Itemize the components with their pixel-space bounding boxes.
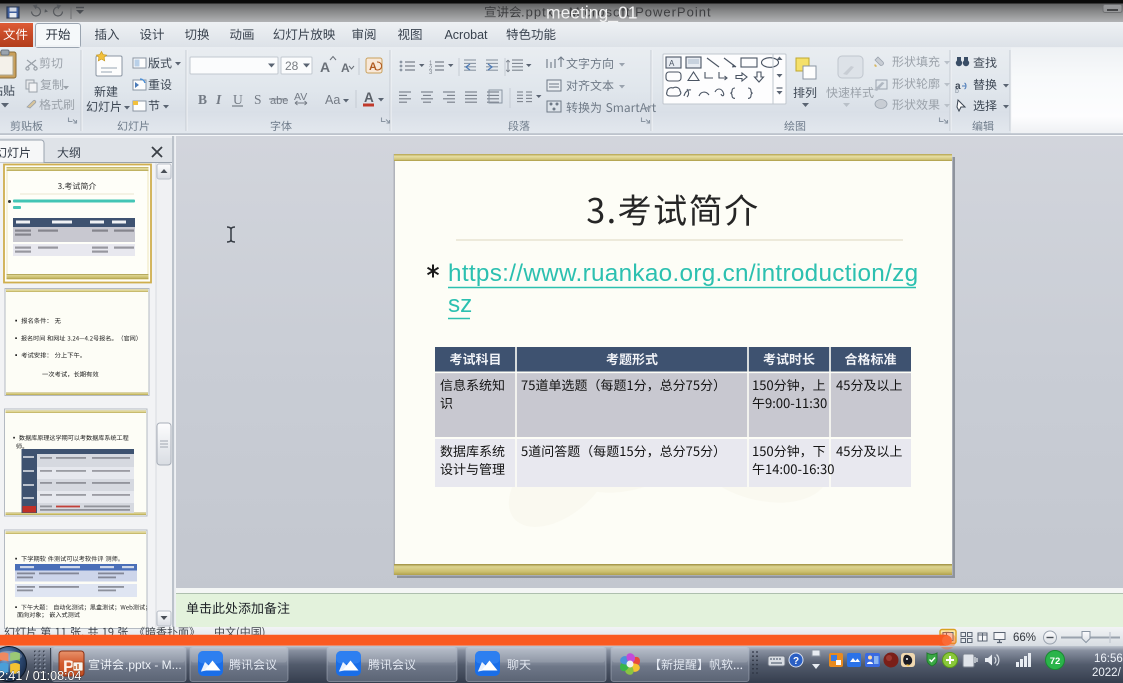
svg-text:.pptx - M...: .pptx - M... bbox=[125, 658, 182, 672]
svg-text:https://www.ruankao.org.cn/int: https://www.ruankao.org.cn/introduction/… bbox=[448, 260, 918, 287]
svg-text:S: S bbox=[254, 92, 262, 107]
svg-text:Acrobat: Acrobat bbox=[444, 28, 488, 42]
svg-text:meeting_01: meeting_01 bbox=[546, 3, 637, 24]
svg-text:sz: sz bbox=[448, 291, 472, 318]
svg-text:A: A bbox=[341, 61, 350, 75]
svg-text:16:56: 16:56 bbox=[1094, 653, 1123, 665]
svg-text:A: A bbox=[369, 61, 377, 73]
svg-text:A: A bbox=[320, 59, 330, 75]
svg-text:U: U bbox=[233, 92, 243, 107]
svg-text:?: ? bbox=[793, 656, 799, 667]
svg-text:2:41 / 01:08:04: 2:41 / 01:08:04 bbox=[0, 669, 81, 683]
svg-text:72: 72 bbox=[1050, 656, 1061, 667]
svg-text:I: I bbox=[215, 92, 222, 107]
svg-text:Aa: Aa bbox=[325, 93, 340, 107]
svg-text:B: B bbox=[198, 92, 207, 107]
svg-text:A: A bbox=[669, 59, 675, 68]
svg-text:28: 28 bbox=[285, 59, 299, 73]
svg-text:A: A bbox=[364, 90, 374, 105]
svg-text:2022/: 2022/ bbox=[1092, 667, 1122, 679]
svg-text:abe: abe bbox=[270, 95, 288, 107]
svg-text:66%: 66% bbox=[1013, 632, 1036, 644]
svg-text:b: b bbox=[955, 88, 959, 95]
